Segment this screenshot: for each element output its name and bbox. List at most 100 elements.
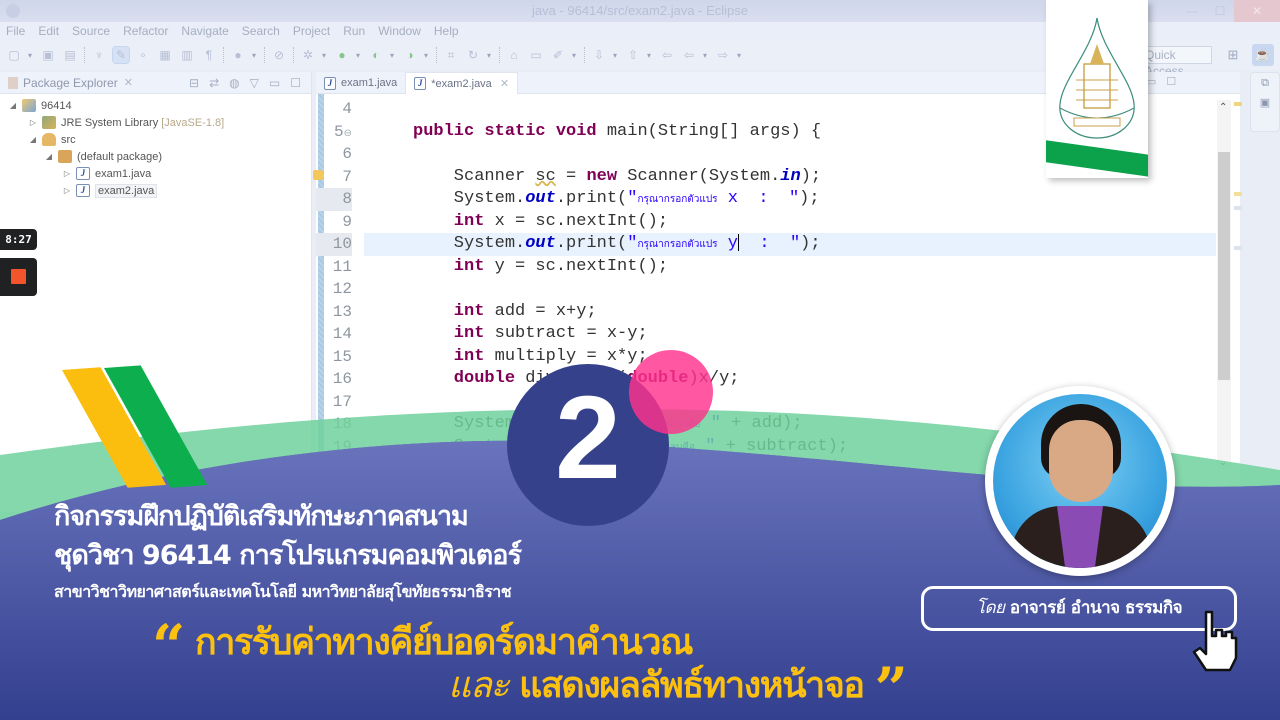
tree-item-default-package[interactable]: ◢ (default package) xyxy=(0,148,311,165)
expanded-icon[interactable]: ◢ xyxy=(44,152,54,161)
occurrence-marker[interactable] xyxy=(1234,206,1242,210)
dropdown-icon[interactable]: ▾ xyxy=(424,51,430,60)
editor-scrollbar[interactable]: ⌃ ⌄ xyxy=(1217,100,1231,470)
dropdown-icon[interactable]: ▾ xyxy=(572,51,578,60)
dropdown-icon[interactable]: ▾ xyxy=(322,51,328,60)
menu-refactor[interactable]: Refactor xyxy=(123,22,168,40)
restore-icon[interactable]: ⧉ xyxy=(1251,73,1279,93)
run-coverage-icon[interactable]: ◐ xyxy=(368,47,384,63)
presenter-name-button[interactable]: โดย อาจารย์ อำนาจ ธรรมกิจ xyxy=(921,586,1237,631)
close-icon[interactable]: ✕ xyxy=(124,76,133,89)
minimize-icon[interactable]: ▭ xyxy=(269,76,280,90)
scroll-up-icon[interactable]: ⌃ xyxy=(1219,102,1227,113)
tree-item-jre[interactable]: ▷ JRE System Library [JavaSE-1.8] xyxy=(0,114,311,131)
java-perspective-icon[interactable]: ☕ xyxy=(1252,44,1274,66)
collapsed-icon[interactable]: ▷ xyxy=(62,186,72,195)
collapsed-icon[interactable]: ▷ xyxy=(28,118,38,127)
code-line[interactable]: 14 int subtract = x-y; xyxy=(316,323,1216,346)
prev-annotation-icon[interactable]: ⇧ xyxy=(625,47,641,63)
show-whitespace-icon[interactable]: ¶ xyxy=(201,47,217,63)
menu-source[interactable]: Source xyxy=(72,22,110,40)
menu-help[interactable]: Help xyxy=(434,22,459,40)
dropdown-icon[interactable]: ▾ xyxy=(252,51,258,60)
maximize-icon[interactable]: ☐ xyxy=(1166,75,1176,88)
menu-run[interactable]: Run xyxy=(343,22,365,40)
code-line[interactable]: 10 System.out.print("กรุณากรอกตัวแปร y :… xyxy=(316,233,1216,256)
debug-icon[interactable]: ✲ xyxy=(300,47,316,63)
run-icon[interactable]: ● xyxy=(334,47,350,63)
back-arrow-icon[interactable]: ⇦ xyxy=(681,47,697,63)
forward-arrow-icon[interactable]: ⇨ xyxy=(715,47,731,63)
menu-edit[interactable]: Edit xyxy=(38,22,59,40)
code-line[interactable]: 9 int x = sc.nextInt(); xyxy=(316,211,1216,234)
open-type-icon[interactable]: ▦ xyxy=(157,47,173,63)
expanded-icon[interactable]: ◢ xyxy=(28,135,38,144)
code-token: .print( xyxy=(555,189,628,208)
open-perspective-icon[interactable]: ⊞ xyxy=(1222,44,1244,66)
dropdown-icon[interactable]: ▾ xyxy=(613,51,619,60)
tree-item-project[interactable]: ◢ 96414 xyxy=(0,97,311,114)
collapsed-icon[interactable]: ▷ xyxy=(62,169,72,178)
pin-icon[interactable]: ♆ xyxy=(91,47,107,63)
menu-file[interactable]: File xyxy=(6,22,25,40)
back-icon[interactable]: ⇦ xyxy=(659,47,675,63)
package-explorer-title[interactable]: Package Explorer xyxy=(23,76,118,90)
tab-exam2[interactable]: J *exam2.java ✕ xyxy=(405,72,519,94)
maximize-icon[interactable]: ☐ xyxy=(290,76,301,90)
dropdown-icon[interactable]: ▾ xyxy=(647,51,653,60)
fold-toggle-icon[interactable]: ⊖ xyxy=(344,129,352,140)
save-all-icon[interactable]: ▤ xyxy=(62,47,78,63)
menu-project[interactable]: Project xyxy=(293,22,330,40)
new-java-package-icon[interactable]: ⌗ xyxy=(443,47,459,63)
dropdown-icon[interactable]: ▾ xyxy=(390,51,396,60)
code-line[interactable]: 8 System.out.print("กรุณากรอกตัวแปร x : … xyxy=(316,188,1216,211)
code-line[interactable]: 11 int y = sc.nextInt(); xyxy=(316,256,1216,279)
toggle-block-icon[interactable]: ▥ xyxy=(179,47,195,63)
code-line[interactable]: 12 xyxy=(316,278,1216,301)
dropdown-icon[interactable]: ▾ xyxy=(703,51,709,60)
scrollbar-thumb[interactable] xyxy=(1218,152,1230,380)
focus-icon[interactable]: ◍ xyxy=(229,76,239,90)
save-icon[interactable]: ▣ xyxy=(40,47,56,63)
dropdown-icon[interactable]: ▾ xyxy=(487,51,493,60)
expanded-icon[interactable]: ◢ xyxy=(8,101,18,110)
dropdown-icon[interactable]: ▾ xyxy=(356,51,362,60)
menu-search[interactable]: Search xyxy=(242,22,280,40)
collapse-all-icon[interactable]: ⊟ xyxy=(189,76,199,90)
code-line[interactable]: 13 int add = x+y; xyxy=(316,301,1216,324)
occurrence-marker[interactable] xyxy=(1234,192,1242,196)
maximize-button[interactable]: ☐ xyxy=(1206,0,1234,22)
new-icon[interactable]: ▢ xyxy=(6,47,22,63)
view-menu-icon[interactable]: ▽ xyxy=(250,76,259,90)
new-dropdown-icon[interactable]: ▾ xyxy=(28,51,34,60)
university-logo xyxy=(1046,0,1148,178)
external-tools-icon[interactable]: ◑ xyxy=(402,47,418,63)
open-project-icon[interactable]: ▭ xyxy=(528,47,544,63)
close-tab-icon[interactable]: ✕ xyxy=(500,77,509,90)
minimize-button[interactable]: — xyxy=(1178,0,1206,22)
next-annotation-icon[interactable]: ⇩ xyxy=(591,47,607,63)
warning-icon[interactable] xyxy=(313,169,323,180)
menu-window[interactable]: Window xyxy=(378,22,421,40)
tab-exam1[interactable]: J exam1.java xyxy=(316,72,405,94)
stop-recording-button[interactable] xyxy=(0,258,37,296)
close-button[interactable]: ✕ xyxy=(1234,0,1280,22)
no-breakpoints-icon[interactable]: ⊘ xyxy=(271,47,287,63)
dropdown-icon[interactable]: ▾ xyxy=(737,51,743,60)
occurrence-marker[interactable] xyxy=(1234,246,1242,250)
pen-icon[interactable]: ✐ xyxy=(550,47,566,63)
open-folder-icon[interactable]: ⌂ xyxy=(506,47,522,63)
code-line[interactable]: 15 int multiply = x*y; xyxy=(316,346,1216,369)
person-icon[interactable]: ● xyxy=(230,47,246,63)
scroll-down-icon[interactable]: ⌄ xyxy=(1219,457,1227,468)
tree-item-exam1[interactable]: ▷ J exam1.java xyxy=(0,165,311,182)
skip-breakpoints-icon[interactable]: ∘ xyxy=(135,47,151,63)
warning-marker[interactable] xyxy=(1234,102,1242,106)
refresh-icon[interactable]: ↻ xyxy=(465,47,481,63)
tree-item-exam2[interactable]: ▷ J exam2.java xyxy=(0,182,311,199)
link-with-editor-icon[interactable]: ⇄ xyxy=(209,76,219,90)
toggle-mark-occurrences-icon[interactable]: ✎ xyxy=(112,46,130,64)
tree-item-src[interactable]: ◢ src xyxy=(0,131,311,148)
menu-navigate[interactable]: Navigate xyxy=(181,22,228,40)
outline-view-icon[interactable]: ▣ xyxy=(1251,93,1279,113)
